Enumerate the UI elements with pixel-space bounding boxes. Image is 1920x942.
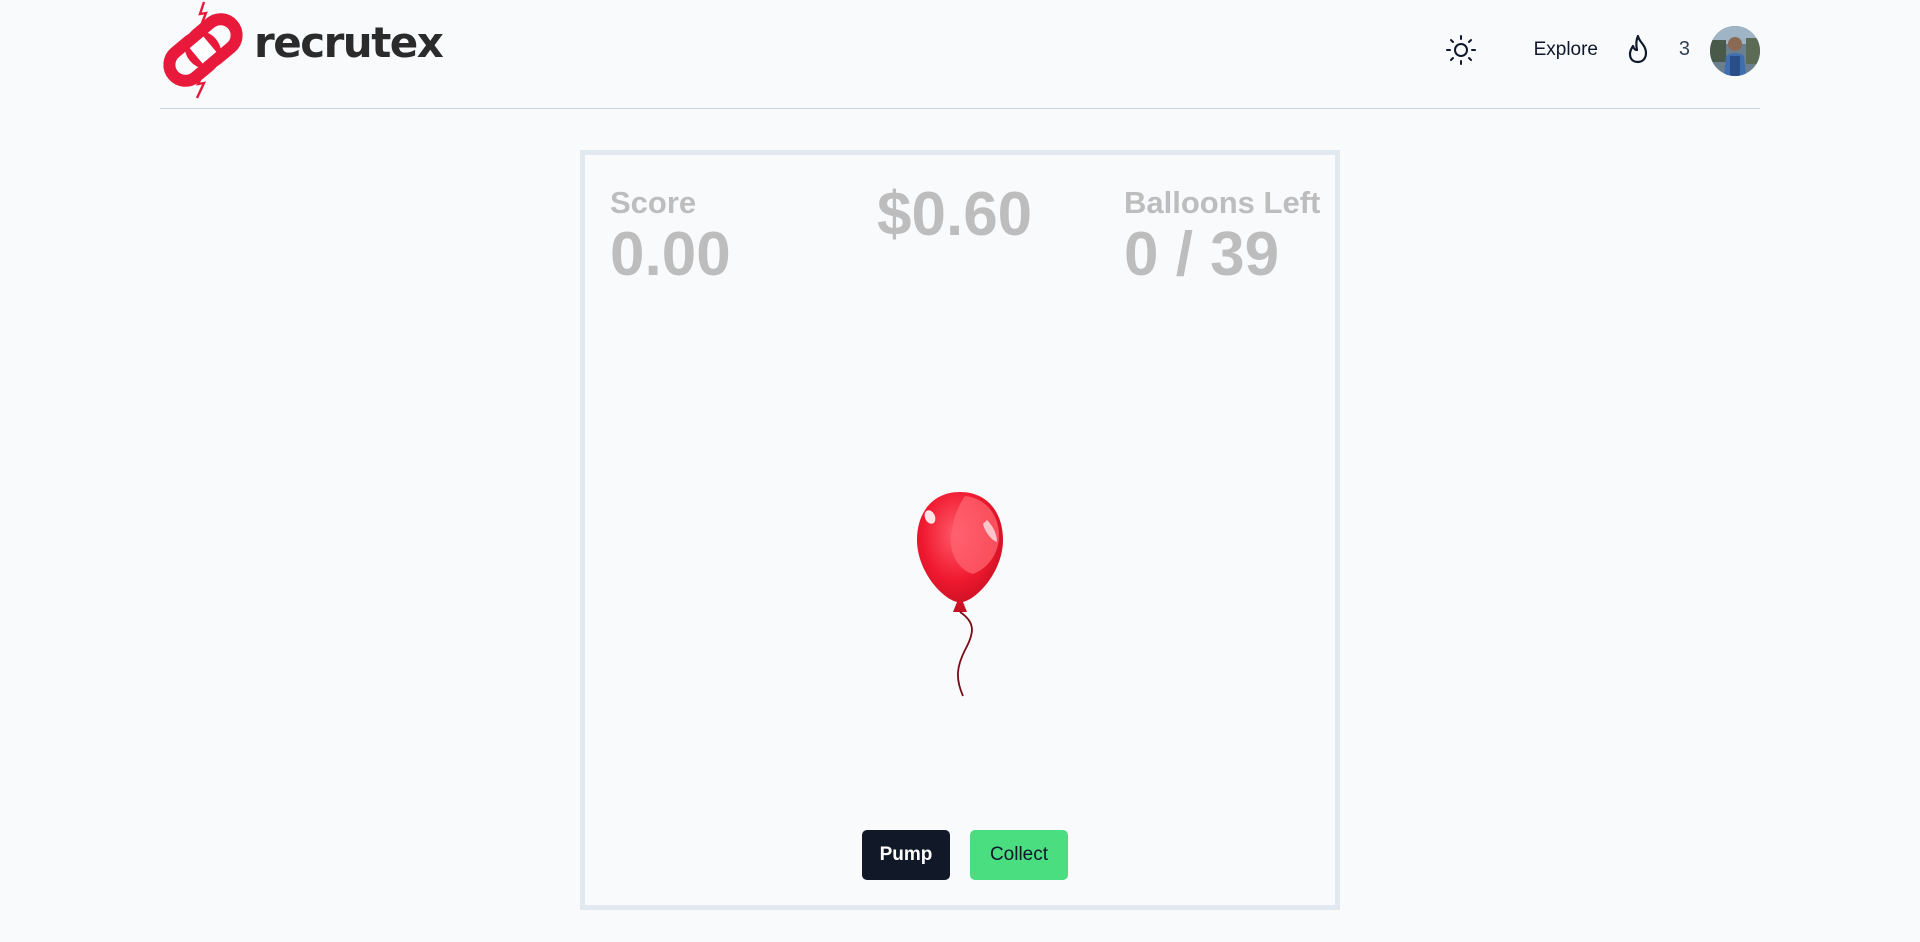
balloons-left-value: 0 / 39 [1124,220,1280,289]
red-balloon-icon [917,492,1003,697]
current-balloon-value: $0.60 [877,180,1033,249]
explore-link[interactable]: Explore [1534,39,1598,61]
nav-actions: Explore 3 [1420,26,1760,76]
avatar[interactable] [1710,26,1760,76]
navbar: recrutex Explore 3 [160,0,1760,109]
score-label: Score [610,185,697,220]
streak-count: 3 [1678,38,1690,60]
pump-button[interactable]: Pump [862,830,950,880]
flame-icon [1628,34,1648,64]
balloon-game-card: Score 0.00 $0.60 Balloons Left 0 / 39 Pu… [580,150,1340,910]
balloons-left-label: Balloons Left [1124,185,1321,220]
sun-icon[interactable] [1444,33,1478,67]
brand-name: recrutex [254,18,444,67]
score-value: 0.00 [610,220,731,289]
brand-logo[interactable]: recrutex [160,0,444,100]
user-avatar-icon [1710,26,1760,76]
collect-button[interactable]: Collect [970,830,1068,880]
logo-mark-icon [163,1,243,99]
